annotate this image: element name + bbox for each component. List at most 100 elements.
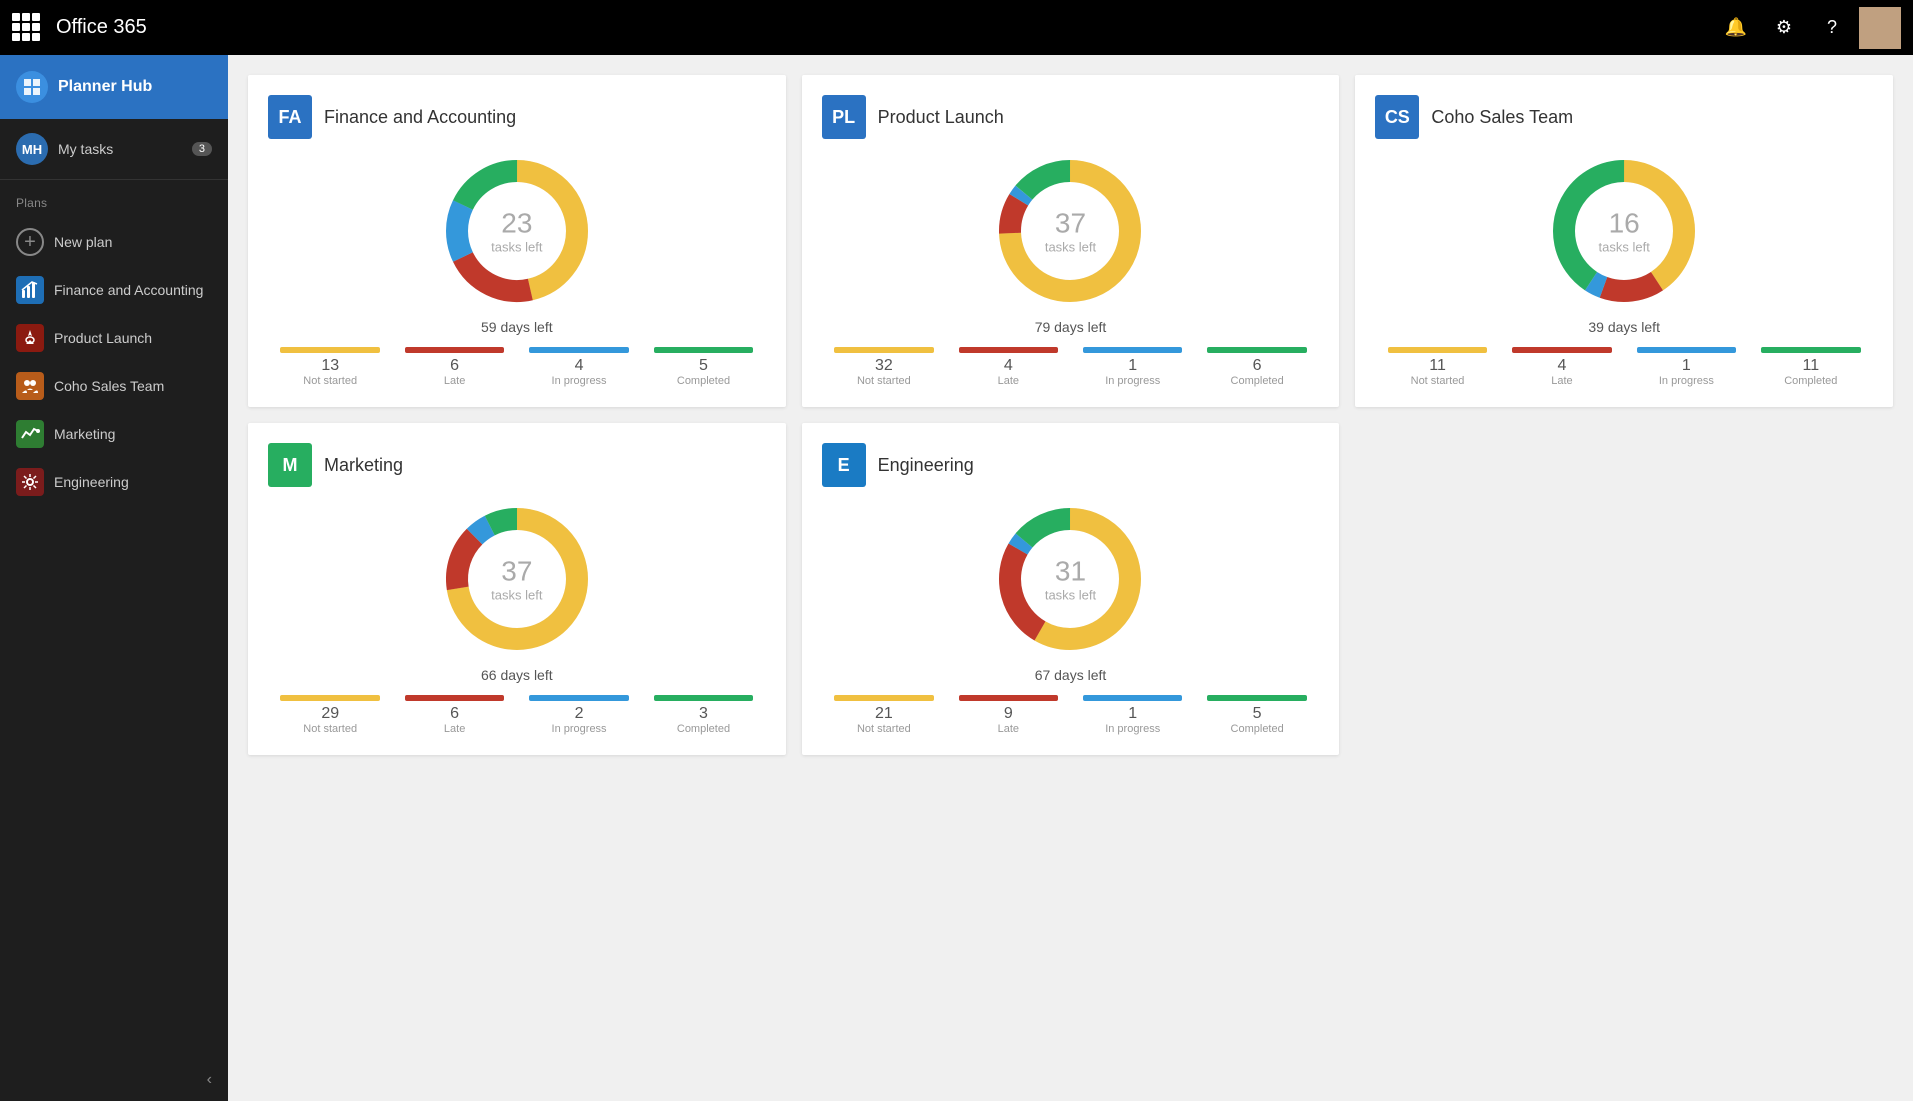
plan-card-coho[interactable]: CS Coho Sales Team 16 tasks left 39 days… xyxy=(1355,75,1893,407)
stat-bar xyxy=(280,347,380,353)
stat-item: 5 Completed xyxy=(1195,695,1319,735)
days-left: 66 days left xyxy=(481,667,553,683)
days-left: 59 days left xyxy=(481,319,553,335)
stat-bar xyxy=(1207,695,1307,701)
stat-item: 21 Not started xyxy=(822,695,946,735)
marketing-label: Marketing xyxy=(54,426,115,442)
card-chart: 37 tasks left 66 days left xyxy=(268,499,766,683)
my-tasks-avatar: MH xyxy=(16,133,48,165)
stat-bar xyxy=(1207,347,1307,353)
sidebar-item-engineering[interactable]: Engineering xyxy=(0,458,228,506)
card-header: PL Product Launch xyxy=(822,95,1320,139)
stat-bar xyxy=(834,347,934,353)
coho-sales-label: Coho Sales Team xyxy=(54,378,164,394)
user-avatar[interactable] xyxy=(1859,7,1901,49)
sidebar-item-finance[interactable]: Finance and Accounting xyxy=(0,266,228,314)
donut-chart: 37 tasks left xyxy=(990,151,1150,311)
settings-button[interactable]: ⚙ xyxy=(1763,7,1805,49)
stat-item: 6 Completed xyxy=(1195,347,1319,387)
stat-label: Late xyxy=(1500,375,1624,387)
sidebar: Planner Hub MH My tasks 3 Plans + New pl… xyxy=(0,55,228,1101)
chevron-left-icon: ‹ xyxy=(207,1071,212,1089)
card-header: M Marketing xyxy=(268,443,766,487)
stat-label: Not started xyxy=(822,723,946,735)
stat-item: 4 In progress xyxy=(517,347,641,387)
planner-hub-label: Planner Hub xyxy=(58,78,152,96)
stat-bar xyxy=(1761,347,1861,353)
card-chart: 23 tasks left 59 days left xyxy=(268,151,766,335)
donut-chart: 23 tasks left xyxy=(437,151,597,311)
planner-hub-icon xyxy=(16,71,48,103)
stat-label: Completed xyxy=(1749,375,1873,387)
stats-row: 29 Not started 6 Late 2 In progress 3 Co… xyxy=(268,695,766,735)
stat-value: 4 xyxy=(946,357,1070,375)
new-plan-button[interactable]: + New plan xyxy=(0,218,228,266)
card-title: Coho Sales Team xyxy=(1431,107,1573,128)
card-title: Finance and Accounting xyxy=(324,107,516,128)
stat-value: 21 xyxy=(822,705,946,723)
stat-value: 11 xyxy=(1375,357,1499,375)
stat-value: 1 xyxy=(1071,705,1195,723)
donut-chart: 16 tasks left xyxy=(1544,151,1704,311)
stat-label: Not started xyxy=(822,375,946,387)
stat-value: 5 xyxy=(641,357,765,375)
finance-plan-label: Finance and Accounting xyxy=(54,282,203,298)
stats-row: 11 Not started 4 Late 1 In progress 11 C… xyxy=(1375,347,1873,387)
plan-card-engineering[interactable]: E Engineering 31 tasks left 67 days left… xyxy=(802,423,1340,755)
stat-value: 6 xyxy=(392,705,516,723)
stat-item: 1 In progress xyxy=(1071,347,1195,387)
stat-bar xyxy=(654,695,754,701)
stat-item: 9 Late xyxy=(946,695,1070,735)
stat-item: 32 Not started xyxy=(822,347,946,387)
card-title: Engineering xyxy=(878,455,974,476)
stat-value: 32 xyxy=(822,357,946,375)
tasks-left-label: tasks left xyxy=(1045,240,1096,255)
sidebar-item-coho-sales[interactable]: Coho Sales Team xyxy=(0,362,228,410)
stat-label: In progress xyxy=(1071,723,1195,735)
help-button[interactable]: ? xyxy=(1811,7,1853,49)
stat-bar xyxy=(405,347,505,353)
engineering-icon xyxy=(16,468,44,496)
sidebar-item-marketing[interactable]: Marketing xyxy=(0,410,228,458)
stat-label: Late xyxy=(946,375,1070,387)
sidebar-item-my-tasks[interactable]: MH My tasks 3 xyxy=(0,119,228,180)
product-launch-icon xyxy=(16,324,44,352)
tasks-left-number: 23 xyxy=(491,208,542,240)
days-left: 39 days left xyxy=(1588,319,1660,335)
main-layout: Planner Hub MH My tasks 3 Plans + New pl… xyxy=(0,55,1913,1101)
card-abbr: FA xyxy=(268,95,312,139)
stat-bar xyxy=(1083,347,1183,353)
sidebar-collapse-button[interactable]: ‹ xyxy=(0,1059,228,1101)
card-header: CS Coho Sales Team xyxy=(1375,95,1873,139)
stat-value: 1 xyxy=(1071,357,1195,375)
waffle-menu[interactable] xyxy=(12,13,42,43)
stat-label: Late xyxy=(392,375,516,387)
stat-value: 29 xyxy=(268,705,392,723)
stat-item: 6 Late xyxy=(392,695,516,735)
card-abbr: E xyxy=(822,443,866,487)
stat-label: In progress xyxy=(1624,375,1748,387)
plan-card-marketing[interactable]: M Marketing 37 tasks left 66 days left 2… xyxy=(248,423,786,755)
my-tasks-badge: 3 xyxy=(192,142,212,156)
plan-card-product[interactable]: PL Product Launch 37 tasks left 79 days … xyxy=(802,75,1340,407)
stats-row: 13 Not started 6 Late 4 In progress 5 Co… xyxy=(268,347,766,387)
donut-chart: 31 tasks left xyxy=(990,499,1150,659)
sidebar-item-product-launch[interactable]: Product Launch xyxy=(0,314,228,362)
stat-bar xyxy=(654,347,754,353)
topbar-actions: 🔔 ⚙ ? xyxy=(1715,7,1901,49)
stat-bar xyxy=(834,695,934,701)
engineering-label: Engineering xyxy=(54,474,129,490)
stat-item: 4 Late xyxy=(946,347,1070,387)
stat-item: 3 Completed xyxy=(641,695,765,735)
stat-item: 4 Late xyxy=(1500,347,1624,387)
notifications-button[interactable]: 🔔 xyxy=(1715,7,1757,49)
coho-sales-icon xyxy=(16,372,44,400)
stat-label: In progress xyxy=(517,375,641,387)
stat-bar xyxy=(959,695,1059,701)
stat-label: In progress xyxy=(517,723,641,735)
sidebar-item-planner-hub[interactable]: Planner Hub xyxy=(0,55,228,119)
plan-card-finance[interactable]: FA Finance and Accounting 23 tasks left … xyxy=(248,75,786,407)
stat-label: Completed xyxy=(641,723,765,735)
card-abbr: CS xyxy=(1375,95,1419,139)
stat-item: 13 Not started xyxy=(268,347,392,387)
